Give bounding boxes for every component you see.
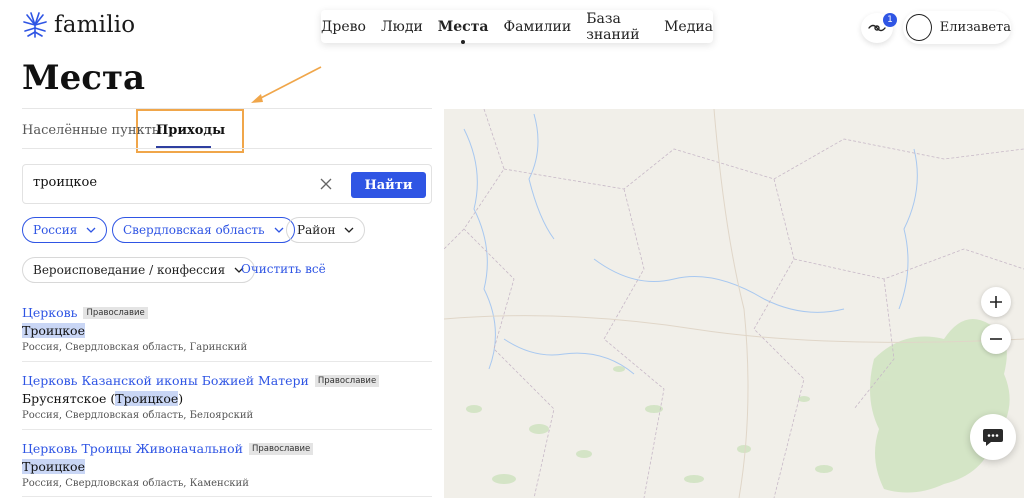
result-title-link[interactable]: Церковь	[22, 305, 77, 320]
result-location: Россия, Свердловская область, Гаринский	[22, 342, 248, 353]
plus-icon	[990, 296, 1002, 308]
nav-item-media[interactable]: Медиа	[664, 19, 713, 35]
confession-tag: Православие	[83, 306, 148, 319]
map-view[interactable]	[444, 109, 1024, 498]
map-canvas[interactable]	[444, 109, 1024, 498]
list-item: Церковь Казанской иконы Божией Матери Пр…	[22, 373, 432, 421]
divider	[22, 361, 432, 362]
minus-icon	[990, 338, 1002, 340]
search-input[interactable]	[33, 175, 303, 190]
search-highlight: Троицкое	[22, 323, 85, 338]
chevron-down-icon	[274, 227, 284, 233]
nav-item-knowledge-base[interactable]: База знаний	[586, 11, 649, 43]
search-highlight: Троицкое	[115, 391, 179, 406]
result-place-name: Троицкое	[22, 323, 432, 338]
search-highlight: Троицкое	[22, 459, 85, 474]
page-title: Места	[22, 58, 146, 98]
tab-settlements[interactable]: Населённые пункты	[22, 123, 162, 138]
zoom-in-button[interactable]	[981, 287, 1011, 317]
result-title-link[interactable]: Церковь Троицы Живоначальной	[22, 441, 243, 456]
divider	[22, 429, 432, 430]
logo[interactable]: familio	[22, 12, 135, 38]
close-icon[interactable]	[319, 177, 333, 191]
result-place-name: Троицкое	[22, 459, 432, 474]
chevron-down-icon	[86, 227, 96, 233]
nav-item-surnames[interactable]: Фамилии	[503, 19, 571, 35]
chevron-down-icon	[344, 227, 354, 233]
logo-text: familio	[54, 12, 136, 38]
result-place-name: Бруснятское (Троицкое)	[22, 391, 184, 406]
list-item: Церковь Православие Троицкое Россия, Све…	[22, 305, 432, 353]
notifications-button[interactable]: 1	[861, 13, 897, 43]
result-title-link[interactable]: Церковь Казанской иконы Божией Матери	[22, 373, 309, 388]
nav-item-people[interactable]: Люди	[381, 19, 423, 35]
nav-item-places[interactable]: Места	[438, 19, 489, 35]
user-menu[interactable]: Елизавета	[903, 11, 1011, 44]
user-name: Елизавета	[939, 20, 1011, 35]
filter-confession[interactable]: Вероисповедание / конфессия	[22, 257, 256, 283]
zoom-out-button[interactable]	[981, 324, 1011, 354]
tab-parishes[interactable]: Приходы	[156, 123, 225, 138]
result-location: Россия, Свердловская область, Каменский	[22, 478, 249, 489]
confession-tag: Православие	[314, 374, 380, 387]
filter-confession-label: Вероисповедание / конфессия	[33, 263, 226, 277]
search-box: Найти	[22, 164, 432, 204]
result-location: Россия, Свердловская область, Белоярский	[22, 410, 254, 421]
chat-icon	[983, 429, 1003, 446]
avatar	[906, 14, 932, 41]
tree-logo-icon	[23, 12, 47, 38]
filter-district-label: Район	[297, 223, 336, 237]
main-nav: Древо Люди Места Фамилии База знаний Мед…	[321, 10, 713, 43]
filter-region[interactable]: Свердловская область	[112, 217, 295, 243]
filter-country[interactable]: Россия	[22, 217, 108, 243]
search-button[interactable]: Найти	[351, 172, 426, 198]
filter-country-label: Россия	[33, 223, 78, 237]
divider	[22, 496, 432, 497]
annotation-arrow-icon	[251, 66, 322, 103]
filter-region-label: Свердловская область	[123, 223, 265, 237]
nav-item-tree[interactable]: Древо	[321, 19, 366, 35]
chat-button[interactable]	[970, 414, 1016, 460]
notification-badge: 1	[883, 13, 897, 27]
confession-tag: Православие	[248, 442, 314, 455]
divider	[22, 148, 432, 149]
list-item: Церковь Троицы Живоначальной Православие…	[22, 441, 432, 489]
clear-all-filters-link[interactable]: Очистить всё	[241, 262, 326, 276]
filter-district[interactable]: Район	[286, 217, 366, 243]
